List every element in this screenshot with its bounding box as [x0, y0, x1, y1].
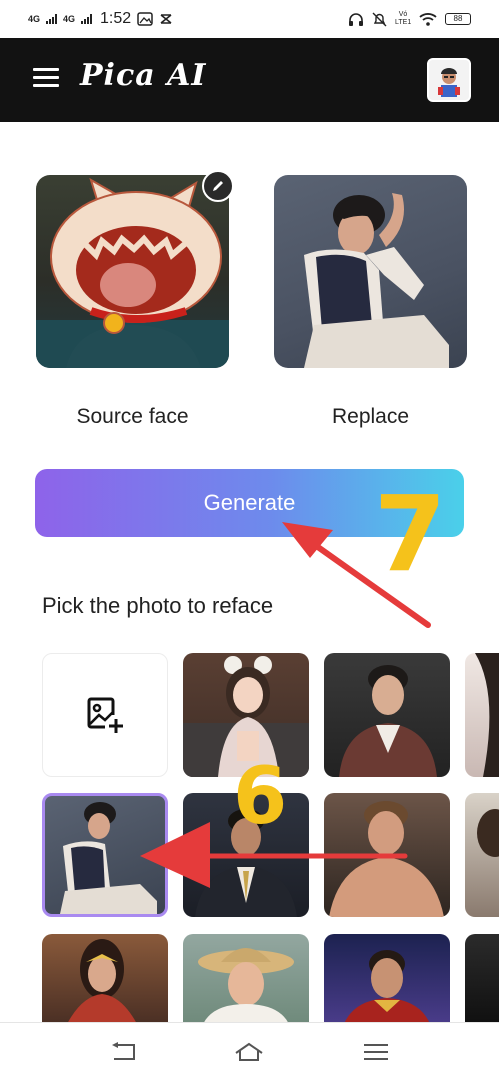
recents-icon[interactable] [361, 1041, 391, 1063]
back-icon[interactable] [108, 1041, 138, 1063]
home-icon[interactable] [234, 1041, 264, 1063]
step-7-label: 7 [374, 473, 447, 595]
system-nav-bar [0, 1022, 499, 1080]
step-6-label: 6 [233, 752, 288, 842]
